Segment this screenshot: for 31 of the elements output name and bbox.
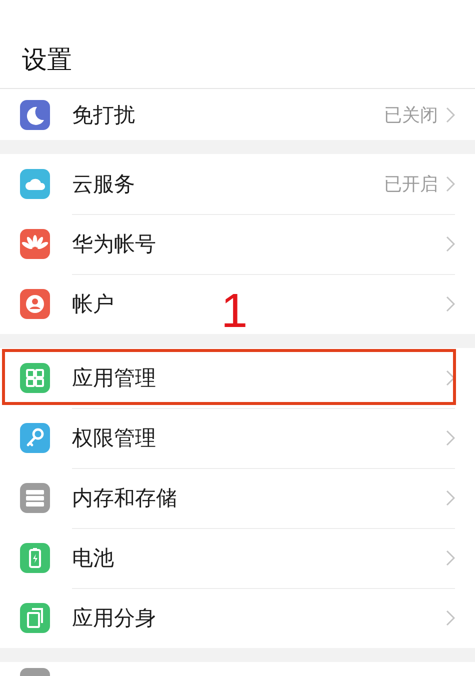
- page-title: 设置: [22, 44, 72, 76]
- copy-icon: [20, 603, 50, 633]
- chevron-icon: [446, 236, 455, 252]
- battery-icon: [20, 543, 50, 573]
- item-label[interactable]: 权限管理: [72, 424, 156, 452]
- step-number: 1: [221, 288, 248, 336]
- storage-icon: [20, 483, 50, 513]
- item-label[interactable]: 云服务: [72, 170, 135, 198]
- chevron-icon: [446, 430, 455, 446]
- item-label[interactable]: 免打扰: [72, 100, 135, 128]
- chevron-icon: [446, 490, 455, 506]
- item-label[interactable]: 应用管理: [72, 364, 156, 392]
- grid-icon: [20, 363, 50, 393]
- item-label[interactable]: 华为帐号: [72, 230, 156, 258]
- chevron-icon: [446, 610, 455, 626]
- item-status: 已开启: [384, 172, 438, 196]
- cloud-icon: [20, 169, 50, 199]
- chevron-icon: [446, 106, 455, 122]
- chevron-icon: [446, 296, 455, 312]
- item-label[interactable]: 应用分身: [72, 604, 156, 632]
- chevron-icon: [446, 176, 455, 192]
- item-label[interactable]: 帐户: [72, 290, 114, 318]
- moon-icon: [20, 100, 50, 130]
- chevron-icon: [446, 550, 455, 566]
- item-label[interactable]: 内存和存储: [72, 484, 177, 512]
- item-status: 已关闭: [384, 104, 438, 126]
- person-icon: [20, 289, 50, 319]
- item-label[interactable]: 电池: [72, 544, 114, 572]
- key-icon: [20, 423, 50, 453]
- petals-icon: [20, 229, 50, 259]
- chevron-icon: [446, 370, 455, 386]
